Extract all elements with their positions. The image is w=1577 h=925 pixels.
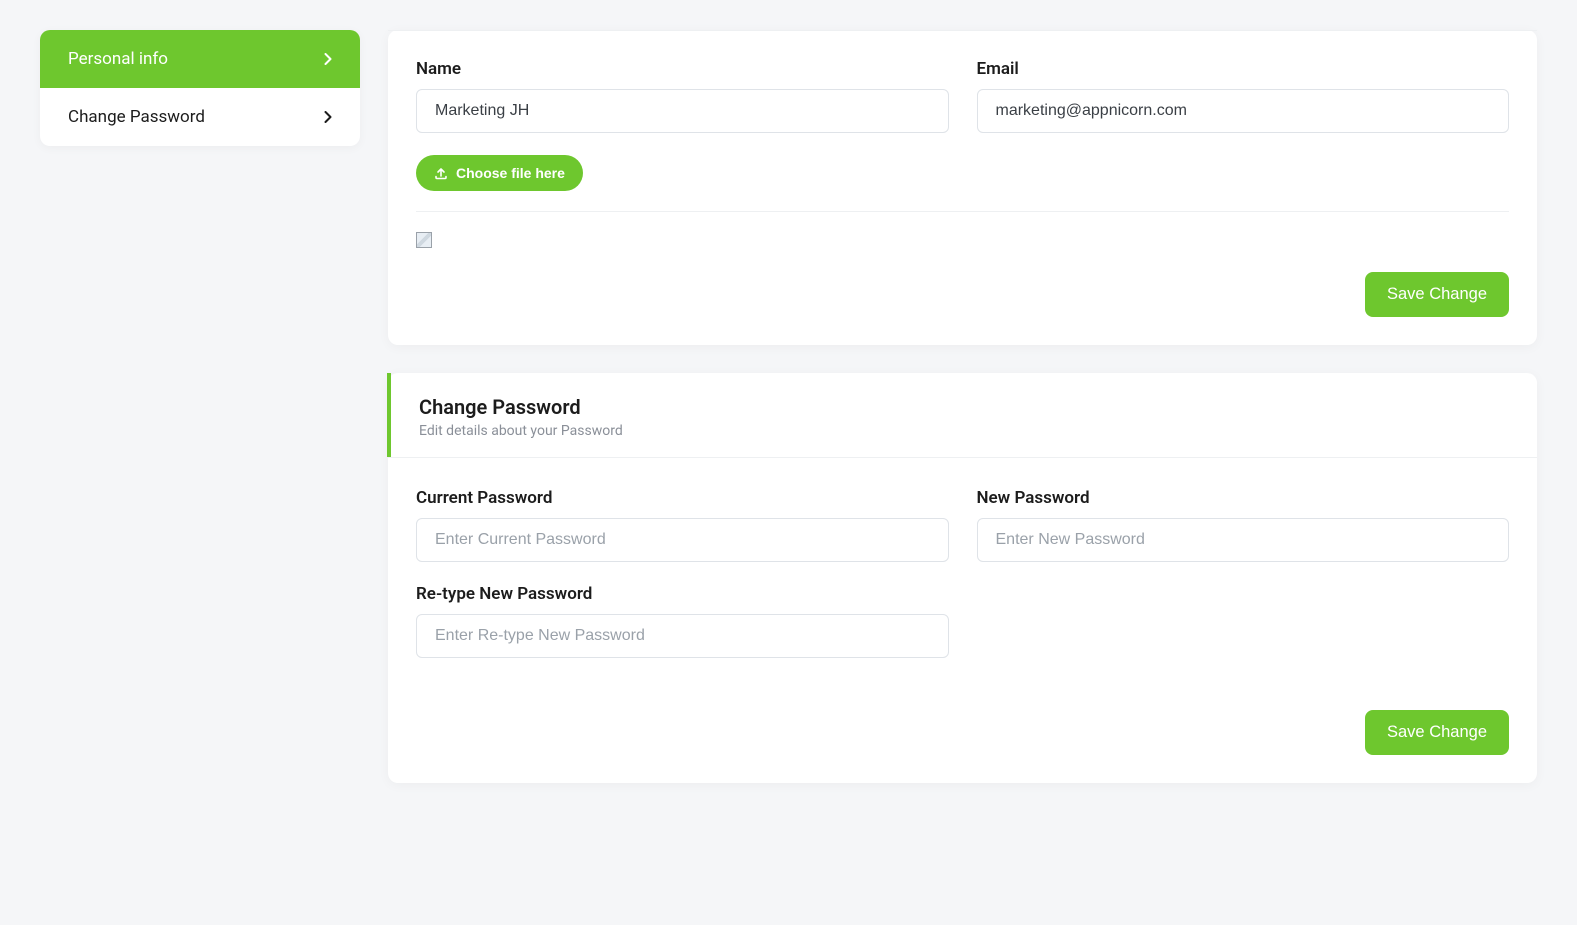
- email-field[interactable]: [977, 89, 1510, 133]
- save-button-label: Save Change: [1387, 285, 1487, 304]
- page-container: Personal info Change Password Name: [0, 0, 1577, 783]
- card-footer: Save Change: [388, 272, 1537, 345]
- personal-info-card: Name Email: [388, 30, 1537, 345]
- save-button[interactable]: Save Change: [1365, 710, 1509, 755]
- card-footer: Save Change: [388, 690, 1537, 783]
- email-label: Email: [977, 59, 1510, 79]
- new-password-label: New Password: [977, 488, 1510, 508]
- sidebar-item-change-password[interactable]: Change Password: [40, 88, 360, 146]
- new-password-field[interactable]: [977, 518, 1510, 562]
- sidebar-nav: Personal info Change Password: [40, 30, 360, 146]
- card-title: Change Password: [419, 395, 1509, 419]
- form-group-retype-password: Re-type New Password: [416, 584, 949, 658]
- main-content: Name Email: [388, 30, 1537, 783]
- retype-password-label: Re-type New Password: [416, 584, 949, 604]
- form-row: Re-type New Password: [416, 584, 1509, 658]
- name-label: Name: [416, 59, 949, 79]
- sidebar-item-personal-info[interactable]: Personal info: [40, 30, 360, 88]
- form-group-name: Name: [416, 59, 949, 133]
- file-upload-row: Choose file here: [416, 155, 1509, 191]
- name-field[interactable]: [416, 89, 949, 133]
- form-group-email: Email: [977, 59, 1510, 133]
- chevron-right-icon: [324, 53, 332, 65]
- current-password-field[interactable]: [416, 518, 949, 562]
- chevron-right-icon: [324, 111, 332, 123]
- save-button[interactable]: Save Change: [1365, 272, 1509, 317]
- sidebar-item-label: Personal info: [68, 49, 168, 69]
- choose-file-button[interactable]: Choose file here: [416, 155, 583, 191]
- card-body: Name Email: [388, 31, 1537, 272]
- form-row: Current Password New Password: [416, 488, 1509, 562]
- card-header: Change Password Edit details about your …: [387, 373, 1537, 457]
- form-row: Name Email: [416, 59, 1509, 133]
- broken-image-icon: [416, 232, 432, 248]
- card-body: Current Password New Password Re-type Ne…: [388, 458, 1537, 690]
- current-password-label: Current Password: [416, 488, 949, 508]
- card-subtitle: Edit details about your Password: [419, 423, 1509, 439]
- image-preview-area: [416, 211, 1509, 252]
- form-group-new-password: New Password: [977, 488, 1510, 562]
- save-button-label: Save Change: [1387, 723, 1487, 742]
- retype-password-field[interactable]: [416, 614, 949, 658]
- sidebar: Personal info Change Password: [40, 30, 360, 783]
- change-password-card: Change Password Edit details about your …: [388, 373, 1537, 783]
- form-group-current-password: Current Password: [416, 488, 949, 562]
- spacer: [977, 584, 1510, 658]
- upload-icon: [434, 166, 448, 180]
- choose-file-label: Choose file here: [456, 165, 565, 181]
- sidebar-item-label: Change Password: [68, 107, 205, 127]
